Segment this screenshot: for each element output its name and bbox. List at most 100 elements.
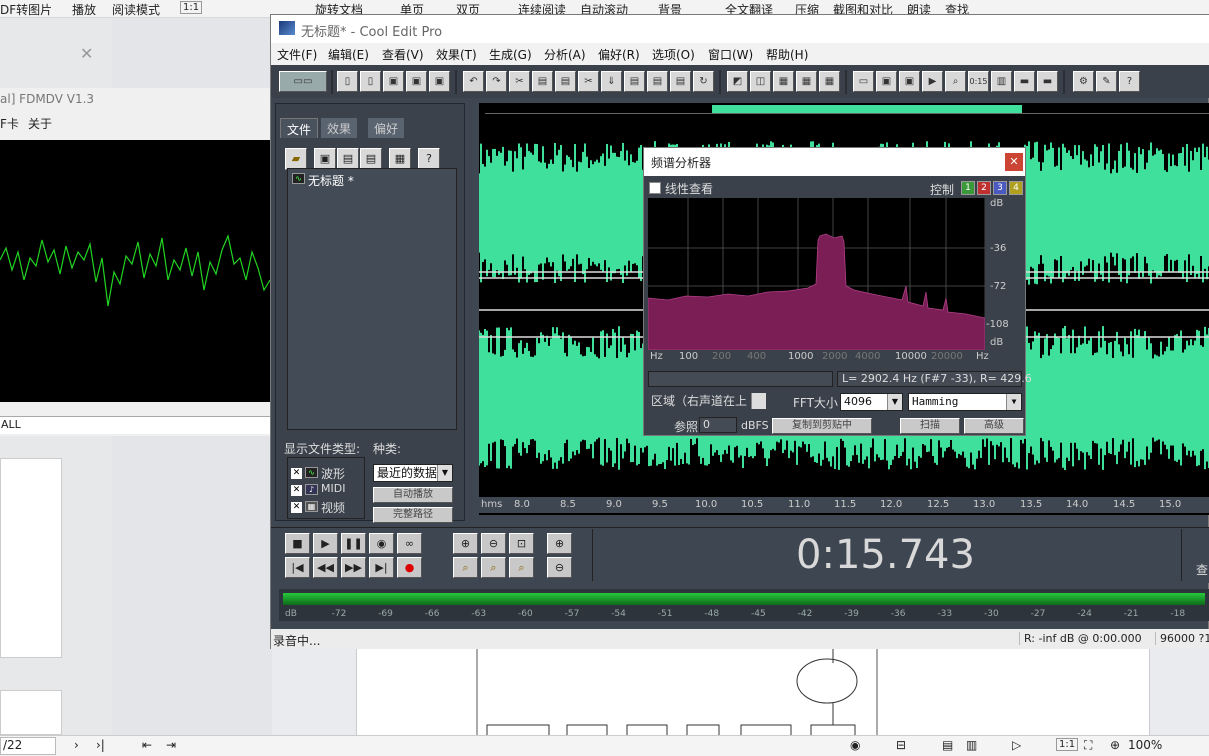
auto-play-button[interactable]: 自动播放 [373, 487, 453, 503]
spectral-view-icon[interactable]: ◩ [727, 71, 748, 92]
fit-page-icon[interactable]: ⛶ [1084, 738, 1092, 753]
copy-icon[interactable]: ▤ [532, 71, 553, 92]
multitrack-toggle-icon[interactable]: ▭▭ [279, 71, 327, 92]
control-button-4[interactable]: 4 [1009, 181, 1023, 195]
file-list-item[interactable]: 无标题 * [308, 172, 354, 189]
clip-icon[interactable]: ▤ [670, 71, 691, 92]
last-page-icon[interactable]: ›| [96, 738, 105, 752]
loop-button[interactable]: ∞ [397, 533, 422, 554]
single-page-icon[interactable]: ▤ [942, 738, 953, 752]
grid-view-2-icon[interactable]: ▦ [796, 71, 817, 92]
menu-edit[interactable]: 编辑(E) [328, 46, 369, 63]
back-icon[interactable]: ⇤ [142, 738, 152, 752]
go-to-start-button[interactable]: |◀ [285, 557, 310, 578]
menu-effects[interactable]: 效果(T) [436, 46, 477, 63]
window-2-icon[interactable]: ▣ [899, 71, 920, 92]
pdf-to-image-button[interactable]: DF转图片 [0, 1, 52, 18]
window-icon[interactable]: ▣ [876, 71, 897, 92]
paste-new-icon[interactable]: ▤ [647, 71, 668, 92]
zoom-window-icon[interactable]: ⌕ [945, 71, 966, 92]
levels-icon[interactable]: ▬ [1014, 71, 1035, 92]
tab-favorites[interactable]: 偏好 [368, 118, 405, 138]
region-select[interactable]: 区域（右声道在上 ▼ [648, 393, 766, 411]
linear-view-checkbox[interactable] [649, 182, 661, 194]
page-thumbnail[interactable] [0, 458, 62, 658]
page-thumbnail[interactable] [0, 690, 62, 735]
copy-to-clipboard-button[interactable]: 复制到剪贴中 [772, 418, 872, 434]
full-path-button[interactable]: 完整路径 [373, 507, 453, 523]
status-icon[interactable]: ▬ [1037, 71, 1058, 92]
actual-size-icon[interactable]: 1:1 [1056, 738, 1079, 751]
rewind-button[interactable]: ◀◀ [313, 557, 338, 578]
page-number-input[interactable]: /22 [0, 737, 56, 755]
undo-icon[interactable]: ↶ [463, 71, 484, 92]
go-to-end-button[interactable]: ▶| [369, 557, 394, 578]
tab-files[interactable]: 文件 [280, 118, 319, 138]
new-file-icon[interactable]: ▯ [337, 71, 358, 92]
tab-effects[interactable]: 效果 [321, 118, 358, 138]
zoom-in-vertical-icon[interactable]: ⊕ [547, 533, 572, 554]
play-to-end-button[interactable]: ◉ [369, 533, 394, 554]
fdmdv-menu-item[interactable]: F卡 [0, 115, 19, 132]
waveform-type-checkbox[interactable]: ✕ [291, 468, 302, 479]
help-icon[interactable]: ? [1119, 71, 1140, 92]
fdmdv-menu-about[interactable]: 关于 [28, 115, 52, 132]
play-button[interactable]: 播放 [72, 1, 96, 18]
read-mode-button[interactable]: 阅读模式 [112, 1, 160, 18]
import-icon[interactable]: ▣ [314, 148, 336, 170]
settings-icon[interactable]: ⚙ [1073, 71, 1094, 92]
time-display-icon[interactable]: 0:15 [968, 71, 989, 92]
selection-icon[interactable]: ▥ [991, 71, 1012, 92]
paste-icon[interactable]: ▤ [555, 71, 576, 92]
close-icon[interactable]: ✕ [80, 44, 93, 63]
forward-icon[interactable]: ⇥ [166, 738, 176, 752]
spectrum-graph[interactable] [647, 198, 986, 351]
save-icon[interactable]: ▣ [383, 71, 404, 92]
grid-view-icon[interactable]: ▦ [773, 71, 794, 92]
zoom-level[interactable]: 100% [1128, 738, 1162, 752]
midi-type-checkbox[interactable]: ✕ [291, 485, 302, 496]
zoom-left-icon[interactable]: ⌕ [453, 557, 478, 578]
redo-icon[interactable]: ↷ [486, 71, 507, 92]
menu-help[interactable]: 帮助(H) [766, 46, 808, 63]
cut-icon[interactable]: ✂ [509, 71, 530, 92]
pause-button[interactable]: ❚❚ [341, 533, 366, 554]
zoom-out-vertical-icon[interactable]: ⊖ [547, 557, 572, 578]
video-type-checkbox[interactable]: ✕ [291, 502, 302, 513]
menu-preferences[interactable]: 偏好(R) [598, 46, 640, 63]
menu-options[interactable]: 选项(O) [652, 46, 695, 63]
menu-generate[interactable]: 生成(G) [489, 46, 532, 63]
copy-new-icon[interactable]: ▤ [624, 71, 645, 92]
next-page-icon[interactable]: › [74, 738, 79, 752]
scan-button[interactable]: 扫描 [900, 418, 960, 434]
organizer-icon[interactable]: ▭ [853, 71, 874, 92]
help-icon[interactable]: ? [418, 148, 440, 170]
eye-icon[interactable]: ◉ [850, 738, 860, 752]
zoom-in-icon[interactable]: ⊕ [453, 533, 478, 554]
stop-button[interactable]: ■ [285, 533, 310, 554]
close-icon[interactable]: ▤ [337, 148, 359, 170]
record-edit-icon[interactable]: ↻ [693, 71, 714, 92]
play-icon[interactable]: ▷ [1012, 738, 1021, 752]
close-icon[interactable]: ✕ [1005, 153, 1023, 171]
tools-icon[interactable]: ✎ [1096, 71, 1117, 92]
record-button[interactable]: ● [397, 557, 422, 578]
double-page-icon[interactable]: ▥ [966, 738, 977, 752]
menu-file[interactable]: 文件(F) [277, 46, 317, 63]
control-button-3[interactable]: 3 [993, 181, 1007, 195]
zoom-full-icon[interactable]: ⊡ [509, 533, 534, 554]
trim-icon[interactable]: ✂ [578, 71, 599, 92]
control-button-1[interactable]: 1 [961, 181, 975, 195]
actual-size-icon[interactable]: 1:1 [180, 1, 203, 14]
menu-window[interactable]: 窗口(W) [708, 46, 753, 63]
play-button[interactable]: ▶ [313, 533, 338, 554]
timeline-ruler[interactable]: hms 8.0 8.5 9.0 9.5 10.0 10.5 11.0 11.5 … [479, 497, 1209, 513]
open-folder-icon[interactable]: ▰ [285, 148, 307, 170]
fit-width-icon[interactable]: ⊟ [896, 738, 906, 752]
advanced-button[interactable]: 高级 [964, 418, 1024, 434]
menu-analyze[interactable]: 分析(A) [544, 46, 586, 63]
zoom-icon[interactable]: ⊕ [1110, 738, 1120, 752]
waveform-view-icon[interactable]: ◫ [750, 71, 771, 92]
menu-view[interactable]: 查看(V) [382, 46, 424, 63]
reference-input[interactable]: 0 [699, 417, 737, 433]
